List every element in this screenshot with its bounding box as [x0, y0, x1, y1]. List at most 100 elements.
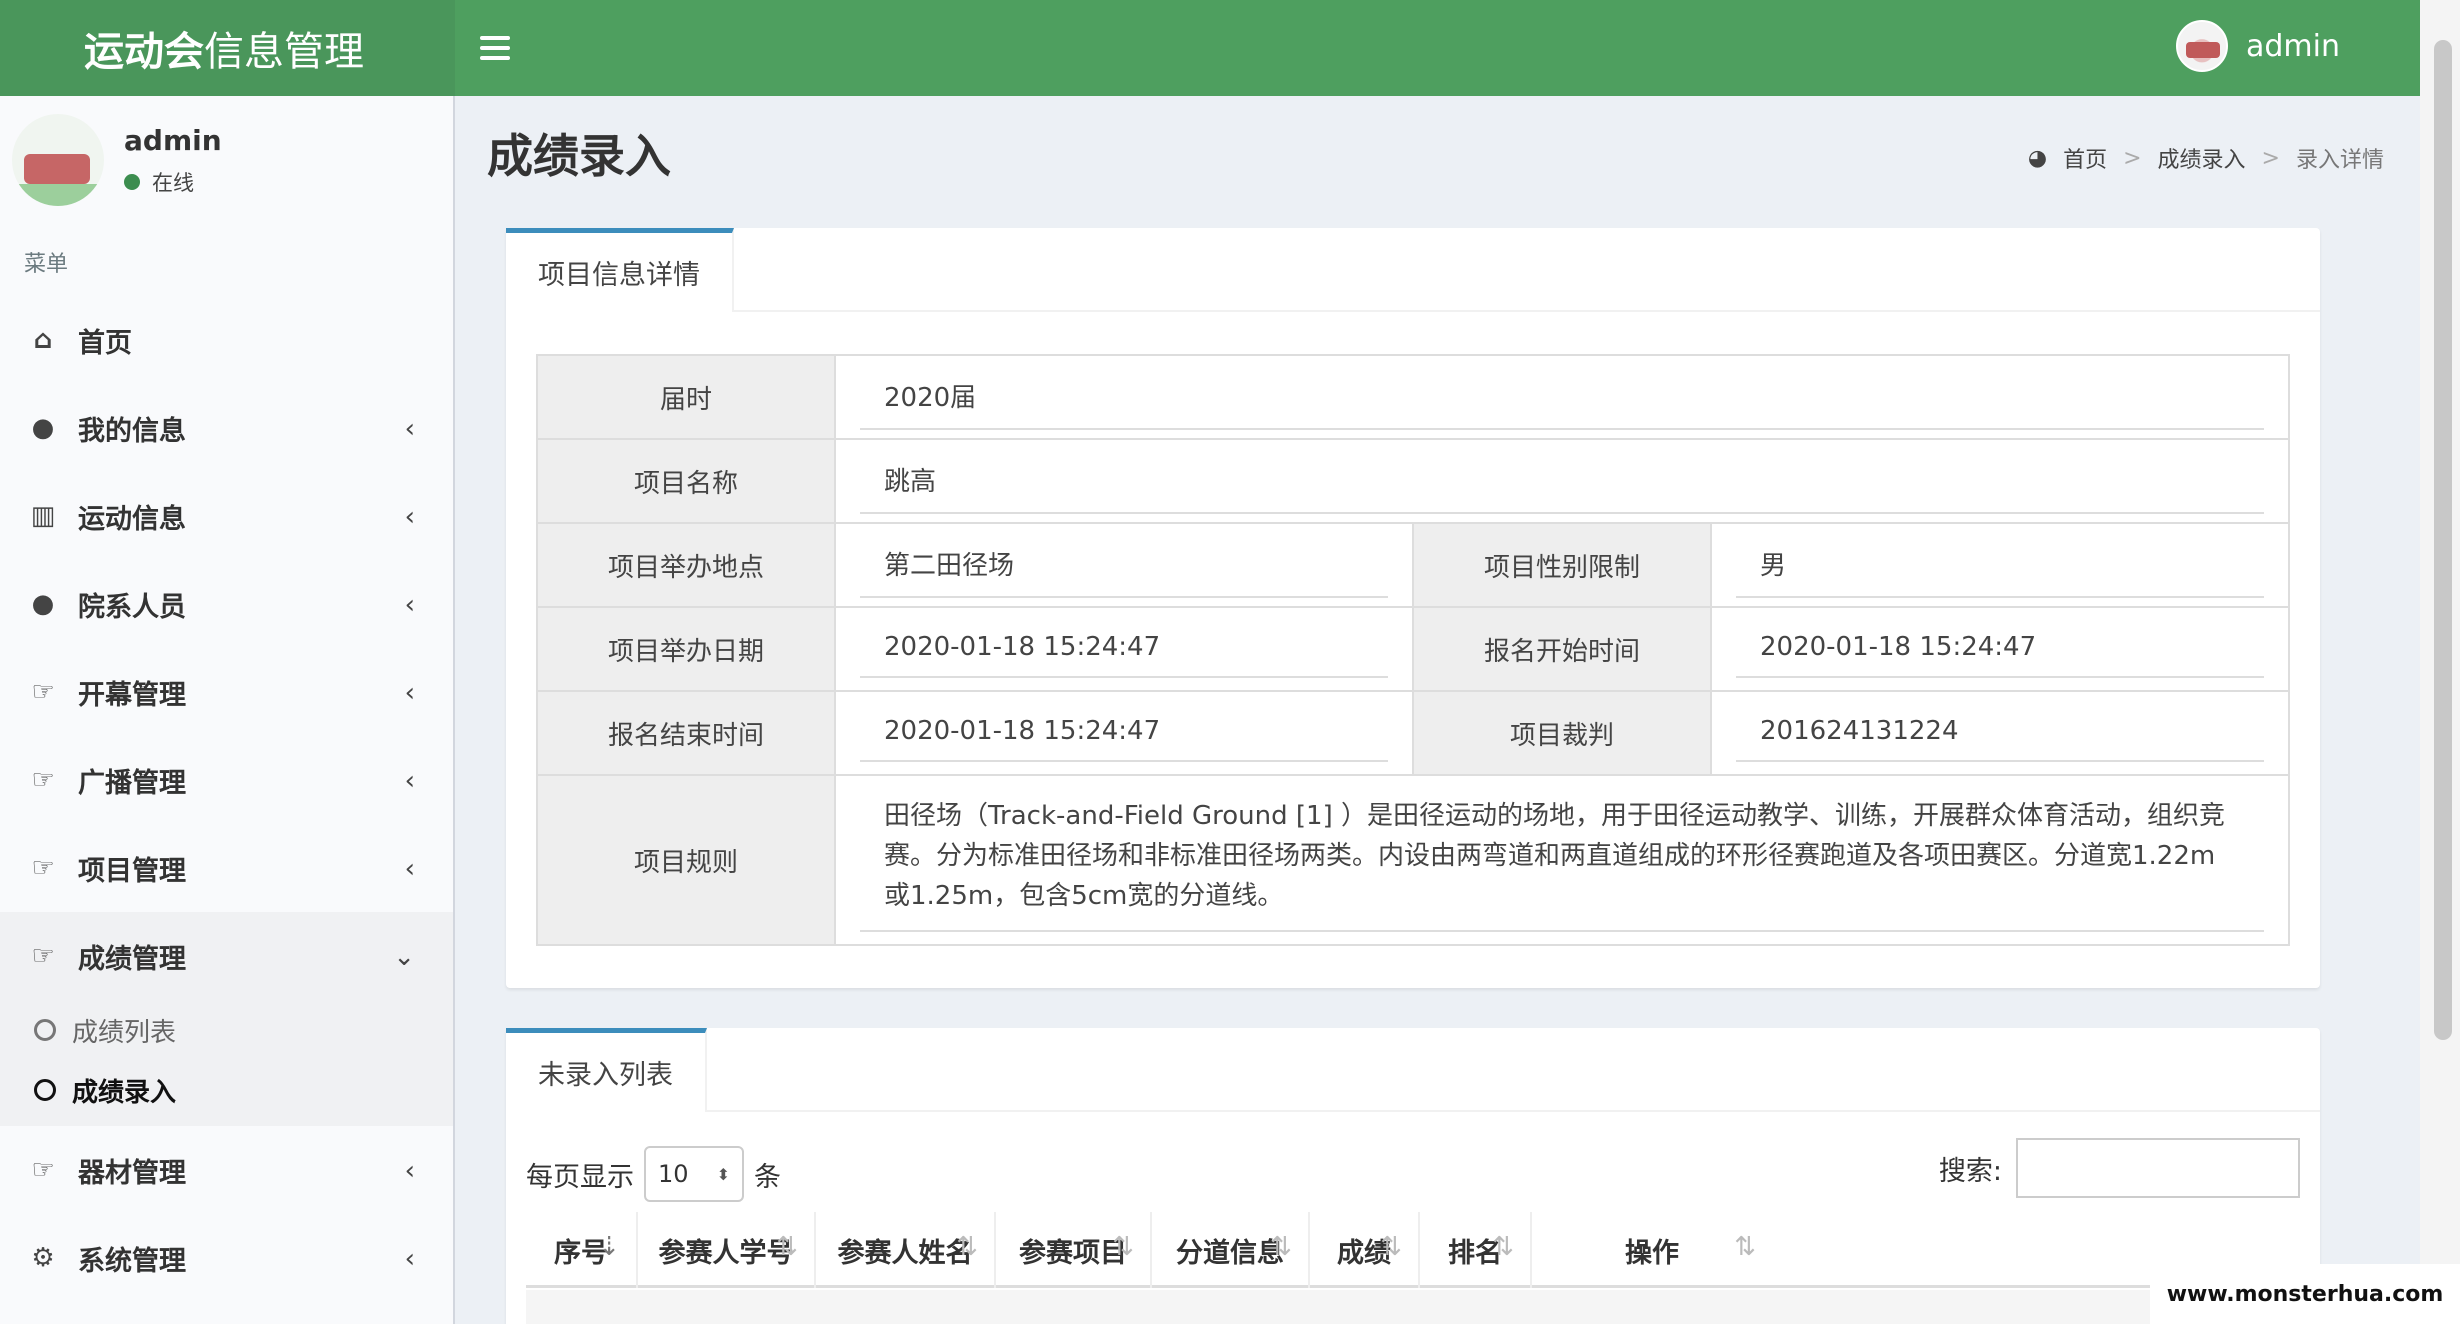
sidebar-item-sports-info[interactable]: ▥ 运动信息 ‹ — [0, 472, 453, 560]
per-page-unit: 条 — [754, 1161, 781, 1193]
column-header-label: 参赛人学号 — [658, 1237, 794, 1269]
chevron-left-icon: ‹ — [404, 854, 415, 884]
scrollbar-thumb[interactable] — [2434, 40, 2452, 1040]
reg-start-value: 2020-01-18 15:24:47 — [1736, 620, 2264, 678]
sidebar-item-projects[interactable]: ☞ 项目管理 ‹ — [0, 824, 453, 912]
sidebar-subitem-label: 成绩列表 — [72, 1017, 177, 1048]
sidebar-subitem-label: 成绩录入 — [72, 1077, 177, 1108]
sidebar-item-label: 系统管理 — [78, 1245, 186, 1277]
table-row — [526, 1290, 2300, 1324]
bar-chart-icon: ▥ — [30, 501, 56, 531]
online-dot-icon — [124, 174, 140, 190]
session-cell: 2020届 — [834, 354, 2290, 440]
sidebar-item-opening[interactable]: ☞ 开幕管理 ‹ — [0, 648, 453, 736]
project-name-cell: 跳高 — [834, 438, 2290, 524]
rule-cell: 田径场（Track-and-Field Ground [1] ）是田径运动的场地… — [834, 774, 2290, 946]
breadcrumb-home[interactable]: 首页 — [2063, 142, 2107, 174]
breadcrumb-current: 录入详情 — [2295, 148, 2384, 173]
breadcrumb-separator: > — [2123, 145, 2142, 171]
page-scrollbar[interactable] — [2420, 0, 2460, 1324]
column-header-action[interactable]: 操作 ⇅ — [1532, 1212, 1772, 1288]
chevron-down-icon: ⌄ — [393, 942, 415, 972]
thumbs-up-icon: ☞ — [31, 765, 55, 795]
per-page-label: 每页显示 — [526, 1161, 634, 1193]
breadcrumb: ◕ 首页 > 成绩录入 > 录入详情 — [2028, 142, 2384, 174]
sidebar-item-label: 首页 — [78, 327, 132, 359]
top-header: 运动会 信息管理 admin — [0, 0, 2420, 96]
sidebar-menu: ⌂ 首页 ● 我的信息 ‹ ▥ 运动信息 ‹ ● 院系人员 ‹ ☞ 开幕管理 ‹… — [0, 296, 453, 1302]
chevron-left-icon: ‹ — [404, 678, 415, 708]
brand-logo[interactable]: 运动会 信息管理 — [0, 0, 455, 96]
column-header-score[interactable]: 成绩 ⇅ — [1310, 1212, 1420, 1288]
project-name-label: 项目名称 — [536, 438, 836, 524]
breadcrumb-separator: > — [2261, 145, 2280, 171]
table-row: 项目名称 跳高 — [536, 438, 2290, 524]
scores-submenu: 成绩列表 成绩录入 — [0, 1000, 453, 1126]
per-page-value: 10 — [658, 1160, 689, 1188]
sidebar-item-scores[interactable]: ☞ 成绩管理 ⌄ — [0, 912, 453, 1000]
rule-value: 田径场（Track-and-Field Ground [1] ）是田径运动的场地… — [860, 788, 2264, 932]
sidebar-item-label: 开幕管理 — [78, 679, 186, 711]
dashboard-icon: ◕ — [2027, 145, 2048, 171]
search-input[interactable] — [2016, 1138, 2300, 1198]
chevron-left-icon: ‹ — [404, 766, 415, 796]
per-page-select[interactable]: 10 ⬍ — [644, 1146, 744, 1202]
judge-value: 201624131224 — [1736, 704, 2264, 762]
users-icon: ● — [31, 589, 55, 619]
select-arrows-icon: ⬍ — [716, 1164, 730, 1184]
sidebar-subitem-score-entry[interactable]: 成绩录入 — [0, 1060, 453, 1120]
column-header-event[interactable]: 参赛项目 ⇅ — [996, 1212, 1152, 1288]
user-panel: admin 在线 — [12, 114, 222, 206]
page-title: 成绩录入 — [487, 129, 671, 183]
sidebar-item-label: 我的信息 — [78, 415, 186, 447]
chevron-left-icon: ‹ — [404, 414, 415, 444]
date-label: 项目举办日期 — [536, 606, 836, 692]
table-row: 项目举办日期 2020-01-18 15:24:47 报名开始时间 2020-0… — [536, 606, 2290, 692]
circle-icon — [34, 1079, 56, 1101]
chevron-left-icon: ‹ — [404, 1244, 415, 1274]
gender-label: 项目性别限制 — [1412, 522, 1712, 608]
sidebar-subitem-score-list[interactable]: 成绩列表 — [0, 1000, 453, 1060]
list-controls: 每页显示 10 ⬍ 条 搜索: — [526, 1138, 2300, 1202]
column-header-label: 参赛人姓名 — [837, 1237, 973, 1269]
search-label: 搜索: — [1938, 1155, 2002, 1187]
sidebar-toggle-button[interactable] — [480, 28, 510, 68]
project-detail-table: 届时 2020届 项目名称 跳高 项目举办地点 第二田径场 项目性别限制 男 项… — [536, 354, 2290, 946]
sidebar-item-home[interactable]: ⌂ 首页 — [0, 296, 453, 384]
menu-icon-bar — [480, 46, 510, 50]
watermark: www.monsterhua.com — [2150, 1264, 2460, 1324]
unentered-list-box: 未录入列表 每页显示 10 ⬍ 条 搜索: 序号 ⇣ 参赛人学号 ⇅ 参赛人姓名 ⇅ … — [506, 1028, 2320, 1324]
column-header-rank[interactable]: 排名 ⇅ — [1420, 1212, 1532, 1288]
thumbs-up-icon: ☞ — [31, 1155, 55, 1185]
gender-cell: 男 — [1710, 522, 2290, 608]
column-header-label: 操作 — [1625, 1237, 1679, 1269]
chevron-left-icon: ‹ — [404, 590, 415, 620]
breadcrumb-score-entry[interactable]: 成绩录入 — [2158, 142, 2246, 174]
sidebar-item-label: 项目管理 — [78, 855, 186, 887]
main-content: 成绩录入 ◕ 首页 > 成绩录入 > 录入详情 项目信息详情 届时 2020届 … — [457, 96, 2420, 1324]
thumbs-up-icon: ☞ — [31, 677, 55, 707]
sidebar-item-broadcast[interactable]: ☞ 广播管理 ‹ — [0, 736, 453, 824]
brand-bold: 运动会 — [84, 29, 204, 75]
sidebar-item-label: 成绩管理 — [78, 943, 186, 975]
top-user-name: admin — [2246, 28, 2340, 64]
thumbs-up-icon: ☞ — [31, 941, 55, 971]
sidebar-item-equipment[interactable]: ☞ 器材管理 ‹ — [0, 1126, 453, 1214]
sidebar-item-my-info[interactable]: ● 我的信息 ‹ — [0, 384, 453, 472]
sidebar-item-system[interactable]: ⚙ 系统管理 ‹ — [0, 1214, 453, 1302]
table-row: 届时 2020届 — [536, 354, 2290, 440]
tab-project-detail[interactable]: 项目信息详情 — [506, 228, 734, 312]
user-menu[interactable]: admin — [2176, 20, 2340, 72]
column-header-student-name[interactable]: 参赛人姓名 ⇅ — [816, 1212, 996, 1288]
sidebar-item-dept-staff[interactable]: ● 院系人员 ‹ — [0, 560, 453, 648]
sort-icon: ⇅ — [1492, 1232, 1514, 1262]
judge-label: 项目裁判 — [1412, 690, 1712, 776]
column-header-student-id[interactable]: 参赛人学号 ⇅ — [638, 1212, 816, 1288]
column-header-index[interactable]: 序号 ⇣ — [526, 1212, 638, 1288]
brand-rest: 信息管理 — [204, 29, 364, 75]
column-header-lane[interactable]: 分道信息 ⇅ — [1152, 1212, 1310, 1288]
tab-unentered-list[interactable]: 未录入列表 — [506, 1028, 707, 1112]
page-length-control: 每页显示 10 ⬍ 条 — [526, 1146, 781, 1202]
user-status: 在线 — [124, 167, 222, 197]
rule-label: 项目规则 — [536, 774, 836, 946]
